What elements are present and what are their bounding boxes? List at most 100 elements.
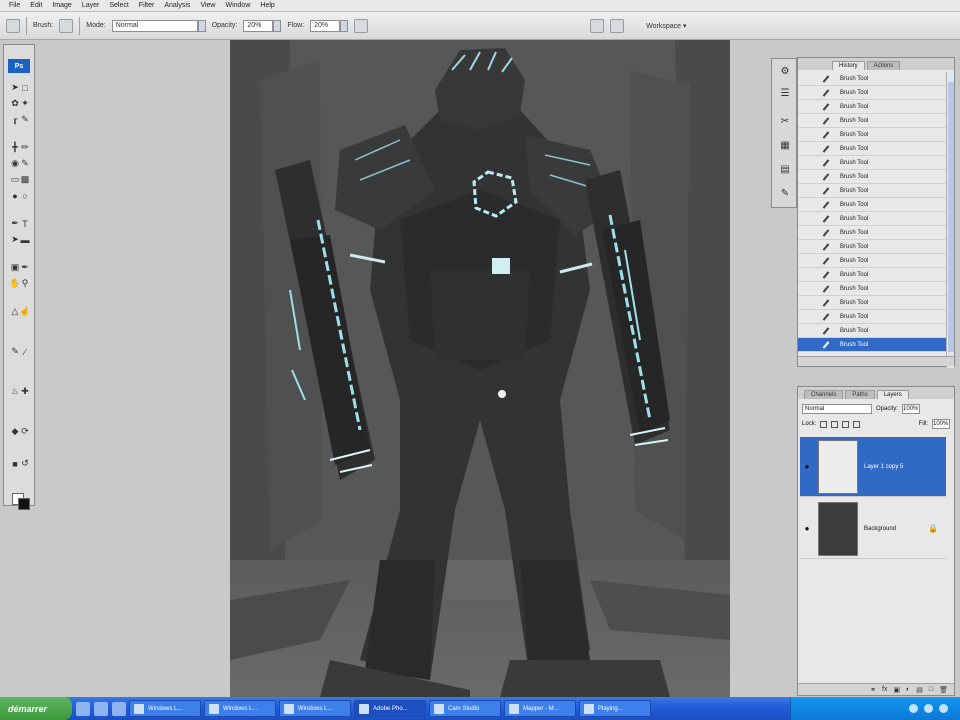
lock-transparency-icon[interactable] [820, 420, 828, 428]
slice-tool-icon[interactable]: ✎ [18, 113, 32, 126]
color-sampler-icon[interactable]: ✚ [18, 385, 32, 398]
brush-tool-icon[interactable]: ✏ [18, 141, 32, 154]
brushes-icon[interactable]: ✎ [778, 187, 792, 201]
delete-layer-icon[interactable]: 🗑 [939, 686, 948, 694]
taskbar-button[interactable]: Cam Studio [429, 700, 501, 717]
measure-tool-icon[interactable]: ∕ [18, 345, 32, 358]
swatches-icon[interactable]: ▦ [778, 139, 792, 153]
taskbar-button[interactable]: Mapper - M... [504, 700, 576, 717]
tab-actions[interactable]: Actions [866, 61, 901, 70]
history-item[interactable]: Brush Tool [798, 338, 946, 352]
adjustment-layer-icon[interactable]: ◐ [906, 686, 910, 693]
mode-select[interactable]: Normal [111, 19, 198, 32]
photoshop-logo[interactable]: Ps [8, 59, 30, 73]
history-item[interactable]: Brush Tool [798, 156, 946, 170]
layer-mask-icon[interactable]: ▣ [893, 686, 900, 694]
flow-dropdown-arrow[interactable] [340, 19, 349, 32]
tab-history[interactable]: History [832, 61, 865, 70]
tab-layers[interactable]: Layers [876, 390, 909, 399]
taskbar-button[interactable]: Windows L... [204, 700, 276, 717]
history-item[interactable]: Brush Tool [798, 282, 946, 296]
tray-icon[interactable] [924, 704, 933, 713]
history-item[interactable]: Brush Tool [798, 170, 946, 184]
tab-channels[interactable]: Channels [804, 390, 844, 399]
history-item[interactable]: Brush Tool [798, 142, 946, 156]
foreground-color-swatch[interactable] [18, 498, 30, 510]
taskbar-button[interactable]: Playing... [579, 700, 651, 717]
history-item[interactable]: Brush Tool [798, 240, 946, 254]
shape-tool-icon[interactable]: ▬ [18, 233, 32, 246]
gradient-tool-icon[interactable]: ▩ [18, 173, 32, 186]
smudge-tool-icon[interactable]: ☝ [18, 305, 32, 318]
workspace-menu[interactable]: Workspace ▾ [646, 22, 686, 30]
info-icon[interactable]: ☰ [778, 87, 792, 101]
quicklaunch-desktop-icon[interactable] [94, 701, 108, 716]
menu-file[interactable]: File [4, 2, 25, 9]
history-item[interactable]: Brush Tool [798, 226, 946, 240]
fill-input[interactable]: 100% [932, 419, 950, 429]
opacity-dropdown-arrow[interactable] [273, 19, 282, 32]
mode-dropdown-arrow[interactable] [197, 19, 206, 32]
history-brush-icon[interactable]: ✎ [18, 157, 32, 170]
history-item[interactable]: Brush Tool [798, 114, 946, 128]
history-item[interactable]: Brush Tool [798, 254, 946, 268]
rotate-view-icon[interactable]: ⟳ [18, 425, 32, 438]
menu-help[interactable]: Help [255, 2, 279, 9]
lock-pixels-icon[interactable] [831, 420, 839, 428]
history-item[interactable]: Brush Tool [798, 324, 946, 338]
document-canvas[interactable] [230, 40, 730, 697]
flow-input[interactable]: 20% [310, 19, 341, 32]
lock-position-icon[interactable] [842, 420, 850, 428]
new-group-icon[interactable]: ▤ [916, 686, 923, 694]
tray-icon[interactable] [909, 704, 918, 713]
menu-edit[interactable]: Edit [25, 2, 47, 9]
history-scrollbar[interactable] [946, 72, 954, 368]
bridge-icon[interactable] [610, 18, 625, 33]
layer-row-layer-1-copy-5[interactable]: ● Layer 1 copy 5 [800, 437, 946, 497]
layer-name[interactable]: Background [864, 526, 896, 532]
history-scroll-thumb[interactable] [948, 82, 954, 352]
dodge-tool-icon[interactable]: ○ [18, 189, 32, 202]
history-item[interactable]: Brush Tool [798, 212, 946, 226]
history-item[interactable]: Brush Tool [798, 100, 946, 114]
menu-analysis[interactable]: Analysis [159, 2, 195, 9]
tray-icon[interactable] [939, 704, 948, 713]
magic-wand-icon[interactable]: ✦ [18, 97, 32, 110]
history-item[interactable]: Brush Tool [798, 198, 946, 212]
history-item[interactable]: Brush Tool [798, 184, 946, 198]
menu-image[interactable]: Image [47, 2, 76, 9]
quicklaunch-ie-icon[interactable] [76, 701, 90, 716]
brush-picker-button[interactable] [59, 18, 74, 33]
menu-layer[interactable]: Layer [77, 2, 105, 9]
menu-filter[interactable]: Filter [134, 2, 160, 9]
swap-colors-icon[interactable]: ↺ [18, 457, 32, 470]
history-item[interactable]: Brush Tool [798, 72, 946, 86]
airbrush-icon[interactable] [354, 18, 369, 33]
taskbar-button[interactable]: Windows L... [129, 700, 201, 717]
history-item[interactable]: Brush Tool [798, 128, 946, 142]
type-tool-icon[interactable]: T [18, 217, 32, 230]
eyedropper-icon[interactable]: ✒ [18, 261, 32, 274]
link-layers-icon[interactable]: ⚭ [870, 686, 876, 694]
visibility-eye-icon[interactable]: ● [800, 462, 814, 471]
layer-opacity-input[interactable]: 100% [902, 404, 921, 414]
menu-view[interactable]: View [195, 2, 220, 9]
start-button[interactable]: démarrer [0, 697, 72, 720]
taskbar-button[interactable]: Windows L... [279, 700, 351, 717]
brush-preset-icon[interactable] [6, 18, 20, 33]
navigator-icon[interactable]: ⚙ [778, 65, 792, 79]
taskbar-button-photoshop[interactable]: Adobe Pho... [354, 700, 426, 717]
layer-style-icon[interactable]: fx [882, 686, 887, 693]
history-item[interactable]: Brush Tool [798, 86, 946, 100]
history-item[interactable]: Brush Tool [798, 310, 946, 324]
styles-icon[interactable]: ▤ [778, 163, 792, 177]
blend-mode-select[interactable]: Normal [802, 404, 872, 414]
palette-well-icon[interactable] [590, 18, 605, 33]
quicklaunch-media-icon[interactable] [112, 701, 126, 716]
layer-name[interactable]: Layer 1 copy 5 [864, 464, 903, 470]
scissors-icon[interactable]: ✂ [778, 115, 792, 129]
tab-paths[interactable]: Paths [845, 390, 875, 399]
new-layer-icon[interactable]: □ [929, 686, 933, 693]
history-item[interactable]: Brush Tool [798, 296, 946, 310]
menu-select[interactable]: Select [104, 2, 133, 9]
